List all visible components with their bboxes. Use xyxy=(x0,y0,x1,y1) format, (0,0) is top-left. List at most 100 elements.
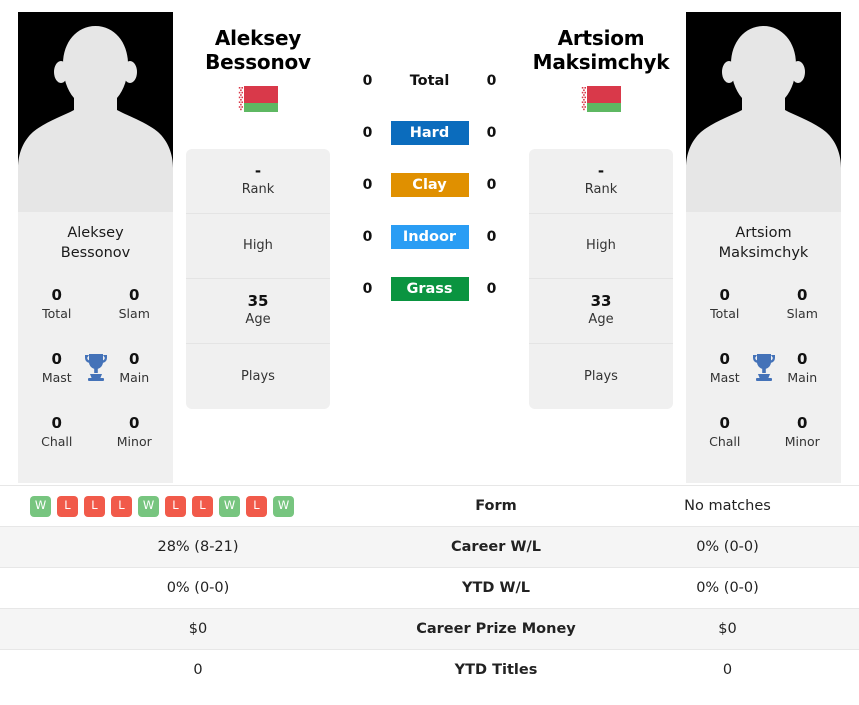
info-label: Age xyxy=(245,312,271,328)
info-row-plays: Plays xyxy=(186,344,330,409)
surface-row-hard: 0 Hard 0 xyxy=(330,120,529,146)
player-last-name: Bessonov xyxy=(205,50,311,75)
titles-value: 0 xyxy=(129,414,140,433)
surface-label-total: Total xyxy=(409,72,450,89)
titles-row: 0 Mast 0 Main xyxy=(18,343,173,407)
form-pill-loss[interactable]: L xyxy=(192,495,213,517)
row-label: YTD W/L xyxy=(461,580,530,596)
surface-row-indoor: 0 Indoor 0 xyxy=(330,224,529,250)
row-label: Form xyxy=(475,498,517,514)
player-photo-right xyxy=(686,12,841,212)
trophy-icon xyxy=(84,354,107,382)
titles-label: Chall xyxy=(41,434,73,450)
form-pill-win[interactable]: W xyxy=(138,495,159,517)
player-name-left[interactable]: Aleksey Bessonov xyxy=(186,26,330,75)
player-info-left: Aleksey Bessonov - Rank High 35 Age Play… xyxy=(186,12,330,409)
titles-row: 0 Total 0 Slam xyxy=(686,279,841,343)
surface-badge-grass[interactable]: Grass xyxy=(390,276,469,302)
surface-badge-indoor[interactable]: Indoor xyxy=(390,224,469,250)
info-row-age: 33 Age xyxy=(529,279,673,344)
player-photo-name-left: Aleksey Bessonov xyxy=(18,212,173,274)
surface-count-left: 0 xyxy=(362,73,373,89)
titles-value: 0 xyxy=(797,414,808,433)
stat-value-right: 0 xyxy=(722,662,733,679)
player-name-right[interactable]: Artsiom Maksimchyk xyxy=(529,26,673,75)
titles-label: Slam xyxy=(786,306,818,322)
player-last-name: Maksimchyk xyxy=(532,50,670,75)
titles-label: Minor xyxy=(784,434,820,450)
table-row-form: WLLLWLLWLW Form No matches xyxy=(0,485,859,527)
player-first-name: Artsiom xyxy=(557,26,645,50)
photo-name-line2: Maksimchyk xyxy=(718,244,809,261)
row-label: Career Prize Money xyxy=(416,621,576,637)
titles-row: 0 Total 0 Slam xyxy=(18,279,173,343)
info-value: 33 xyxy=(590,291,612,310)
info-label: Rank xyxy=(241,182,275,198)
titles-row: 0 Chall 0 Minor xyxy=(686,407,841,471)
info-value: - xyxy=(597,161,605,180)
info-panel-left: - Rank High 35 Age Plays xyxy=(186,148,330,409)
form-pill-win[interactable]: W xyxy=(219,495,240,517)
form-pill-win[interactable]: W xyxy=(273,495,294,517)
player-card-left[interactable]: Aleksey Bessonov 0 Total 0 Slam 0 Mast 0… xyxy=(18,12,174,484)
info-label: High xyxy=(586,238,616,254)
form-pill-loss[interactable]: L xyxy=(111,495,132,517)
titles-cell-total: 0 Total xyxy=(18,279,96,343)
stat-value-left: 28% (8-21) xyxy=(157,539,239,555)
surface-count-right: 0 xyxy=(486,281,497,297)
titles-cell-chall: 0 Chall xyxy=(686,407,764,471)
info-row-plays: Plays xyxy=(529,344,673,409)
player-card-right[interactable]: Artsiom Maksimchyk 0 Total 0 Slam 0 Mast… xyxy=(686,12,841,484)
stat-value-left: 0% (0-0) xyxy=(166,580,230,596)
stat-value-left: 0 xyxy=(193,662,203,679)
titles-value: 0 xyxy=(129,286,140,305)
info-value: 35 xyxy=(247,291,269,310)
row-label: YTD Titles xyxy=(454,662,538,679)
titles-label: Chall xyxy=(709,434,741,450)
titles-value: 0 xyxy=(51,286,62,305)
titles-grid-left: 0 Total 0 Slam 0 Mast 0 Main 0 Chall 0 M… xyxy=(18,273,174,484)
info-label: Age xyxy=(588,312,614,328)
surface-badge-clay[interactable]: Clay xyxy=(390,172,469,198)
titles-row: 0 Mast 0 Main xyxy=(686,343,841,407)
titles-cell-slam: 0 Slam xyxy=(764,279,842,343)
titles-cell-total: 0 Total xyxy=(686,279,764,343)
trophy-icon xyxy=(752,354,775,382)
player-comparison-page: Aleksey Bessonov 0 Total 0 Slam 0 Mast 0… xyxy=(0,0,859,705)
titles-cell-chall: 0 Chall xyxy=(18,407,96,471)
surface-row-clay: 0 Clay 0 xyxy=(330,172,529,198)
table-row-career-wl: 28% (8-21) Career W/L 0% (0-0) xyxy=(0,526,859,568)
form-pill-win[interactable]: W xyxy=(30,495,51,517)
info-label: High xyxy=(243,238,273,254)
titles-cell-minor: 0 Minor xyxy=(764,407,842,471)
titles-label: Minor xyxy=(116,434,152,450)
form-cell-left: WLLLWLLWLW xyxy=(0,486,396,527)
form-cell-right: No matches xyxy=(684,498,771,514)
surface-row-total: 0 Total 0 xyxy=(330,69,529,93)
titles-value: 0 xyxy=(797,286,808,305)
avatar-silhouette-icon xyxy=(18,12,173,212)
titles-value: 0 xyxy=(719,286,730,305)
surface-count-left: 0 xyxy=(362,281,373,297)
form-pill-loss[interactable]: L xyxy=(57,495,78,517)
form-pill-loss[interactable]: L xyxy=(165,495,186,517)
form-pill-loss[interactable]: L xyxy=(246,495,267,517)
comparison-header: Aleksey Bessonov 0 Total 0 Slam 0 Mast 0… xyxy=(0,0,859,485)
player-photo-left xyxy=(18,12,173,212)
titles-grid-right: 0 Total 0 Slam 0 Mast 0 Main 0 Chall 0 M… xyxy=(686,273,841,484)
info-label: Rank xyxy=(584,182,618,198)
avatar-silhouette-icon xyxy=(686,12,841,212)
titles-label: Total xyxy=(42,306,72,322)
row-label: Career W/L xyxy=(451,539,541,555)
info-row-age: 35 Age xyxy=(186,279,330,344)
comparison-stats-table: WLLLWLLWLW Form No matches 28% (8-21) Ca… xyxy=(0,485,859,691)
surface-count-right: 0 xyxy=(486,229,497,245)
surface-titles-compare: 0 Total 0 0 Hard 0 0 Clay 0 0 Indoor 0 0 xyxy=(330,12,529,302)
titles-cell-minor: 0 Minor xyxy=(96,407,174,471)
form-pill-loss[interactable]: L xyxy=(84,495,105,517)
belarus-flag-icon xyxy=(581,85,621,112)
surface-count-left: 0 xyxy=(362,125,373,141)
stat-value-right: 0% (0-0) xyxy=(696,580,759,596)
surface-badge-hard[interactable]: Hard xyxy=(390,120,469,146)
form-pill-list: WLLLWLLWLW xyxy=(0,495,396,517)
